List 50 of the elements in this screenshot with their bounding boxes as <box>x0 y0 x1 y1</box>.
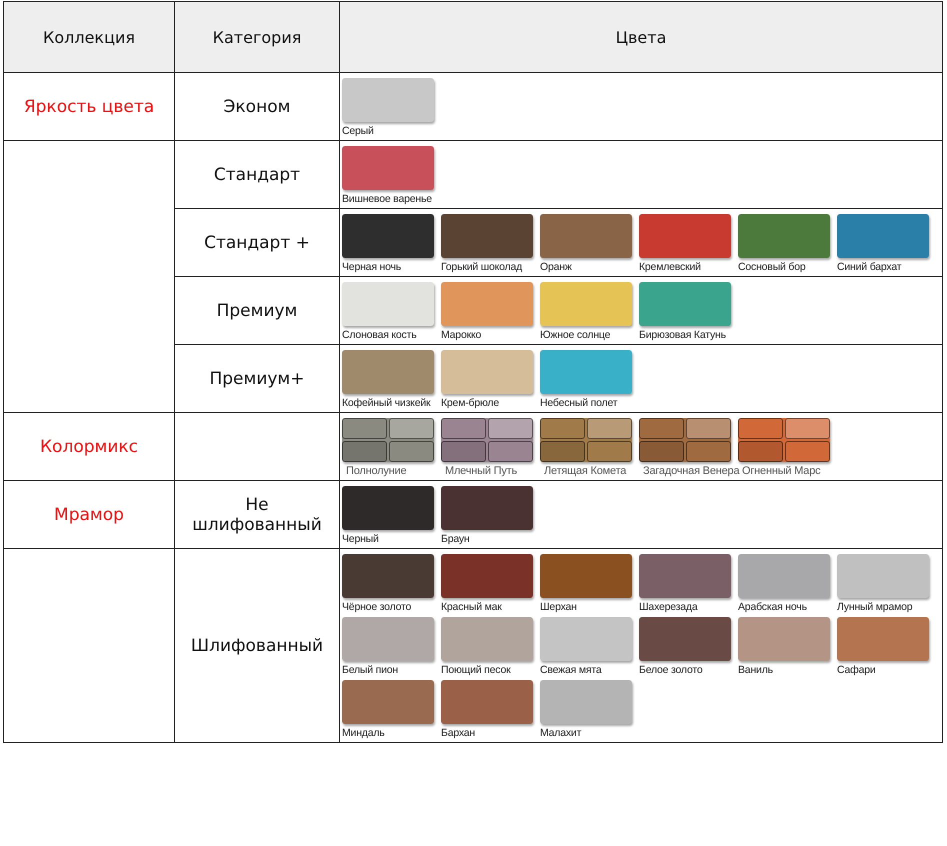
category-cell: Шлифованный <box>174 548 340 742</box>
color-name: Млечный Путь <box>444 465 518 477</box>
collection-cell: Мрамор <box>4 480 174 548</box>
collection-cell: Яркость цвета <box>4 72 174 140</box>
color-name: Кофейный чизкейк <box>342 397 432 409</box>
category-cell: Премиум <box>174 276 340 344</box>
color-name: Браун <box>441 533 471 545</box>
category-cell: Премиум+ <box>174 344 340 412</box>
color-name: Загадочная Венера <box>642 465 738 477</box>
color-name: Серый <box>342 125 375 137</box>
color-name: Арабская ночь <box>738 601 808 613</box>
color-name: Шерхан <box>540 601 578 613</box>
color-name: Крем-брюле <box>441 397 500 409</box>
color-name: Небесный полет <box>540 397 618 409</box>
color-name: Полнолуние <box>345 465 408 477</box>
color-name: Черный <box>342 533 380 545</box>
color-name: Синий бархат <box>837 261 902 273</box>
color-name: Свежая мята <box>540 664 603 676</box>
color-name: Бирюзовая Катунь <box>639 329 727 341</box>
color-name: Малахит <box>540 727 582 739</box>
color-name: Шахерезада <box>639 601 699 613</box>
color-name: Ваниль <box>738 664 774 676</box>
category-cell: Стандарт + <box>174 208 340 276</box>
color-name: Белое золото <box>639 664 704 676</box>
color-name: Огненный Марс <box>741 465 822 477</box>
color-name: Лунный мрамор <box>837 601 914 613</box>
color-name: Миндаль <box>342 727 386 739</box>
color-name: Сосновый бор <box>738 261 807 273</box>
color-name: Вишневое варенье <box>342 193 433 205</box>
column-header: Категория <box>174 2 340 72</box>
color-name: Оранж <box>540 261 573 273</box>
color-name: Горький шоколад <box>441 261 524 273</box>
color-name: Красный мак <box>441 601 503 613</box>
color-name: Слоновая кость <box>342 329 418 341</box>
color-name: Чёрное золото <box>342 601 412 613</box>
column-header: Коллекция <box>4 2 174 72</box>
category-cell: Эконом <box>174 72 340 140</box>
category-cell: Не шлифованный <box>174 480 340 548</box>
color-name: Сафари <box>837 664 877 676</box>
color-name: Кремлевский <box>639 261 702 273</box>
color-name: Поющий песок <box>441 664 512 676</box>
color-name: Белый пион <box>342 664 400 676</box>
category-cell: Стандарт <box>174 140 340 208</box>
collection-cell: Колормикс <box>4 412 174 480</box>
column-header: Цвета <box>340 2 942 72</box>
color-name: Летящая Комета <box>543 465 628 477</box>
color-name: Марокко <box>441 329 482 341</box>
color-name: Бархан <box>441 727 476 739</box>
color-name: Южное солнце <box>540 329 612 341</box>
color-name: Черная ночь <box>342 261 402 273</box>
